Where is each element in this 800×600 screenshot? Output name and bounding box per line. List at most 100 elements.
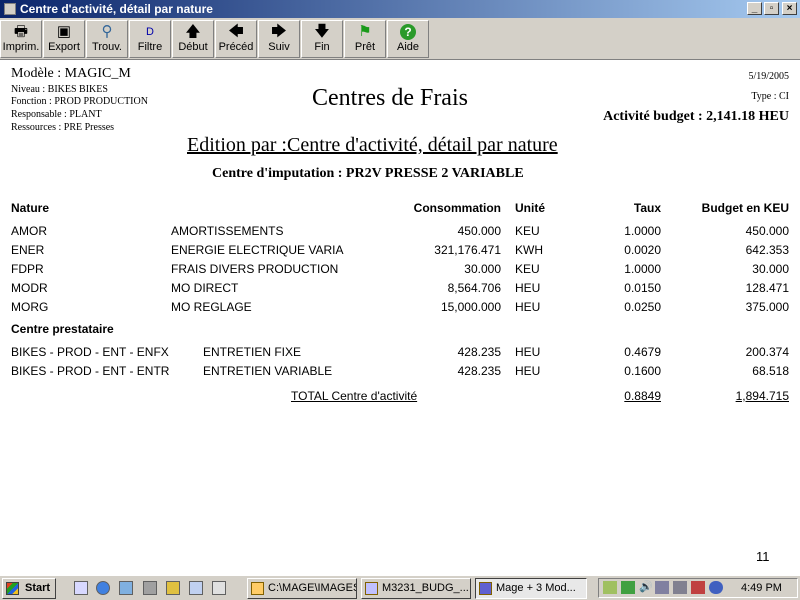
tray-monitor-2-icon[interactable] <box>673 581 687 594</box>
row-code: MORG <box>11 300 49 314</box>
internet-explorer-icon[interactable] <box>96 581 110 595</box>
previous-button[interactable]: 🡄 Précéd <box>215 20 257 58</box>
row-unite: KWH <box>515 243 543 257</box>
export-label: Export <box>48 41 80 53</box>
row-desc: ENTRETIEN VARIABLE <box>203 364 333 378</box>
row-conso: 428.235 <box>457 345 501 359</box>
arrow-down-icon: 🡇 <box>314 23 330 40</box>
task-button-budget[interactable]: M3231_BUDG_... <box>361 578 471 599</box>
header-budget: Budget en KEU <box>701 201 789 215</box>
window-title: Centre d'activité, détail par nature <box>20 2 213 16</box>
arrow-up-icon: 🡅 <box>185 23 201 40</box>
row-taux: 0.0020 <box>624 243 661 257</box>
arrow-right-icon: 🡆 <box>271 23 287 40</box>
row-desc: MO DIRECT <box>171 281 239 295</box>
report-toolbar: 🖶 Imprim. ▣ Export ⚲ Trouv. D Filtre 🡅 D… <box>0 18 800 60</box>
window-title-bar[interactable]: Centre d'activité, détail par nature _ ▫… <box>0 0 800 18</box>
model-label: Modèle : MAGIC_M <box>11 66 131 81</box>
page-number: 11 <box>756 549 770 564</box>
row-conso: 321,176.471 <box>434 243 501 257</box>
flag-icon: ⚑ <box>358 23 372 40</box>
start-label: Start <box>25 582 51 594</box>
next-button[interactable]: 🡆 Suiv <box>258 20 300 58</box>
task-button-folder[interactable]: C:\MAGE\IMAGES <box>247 578 357 599</box>
window-icon[interactable] <box>189 581 203 595</box>
filter-icon: D <box>146 26 154 38</box>
row-conso: 15,000.000 <box>440 300 501 314</box>
restore-button[interactable]: ▫ <box>764 2 779 15</box>
print-button[interactable]: 🖶 Imprim. <box>0 20 42 58</box>
tray-globe-icon[interactable] <box>709 581 723 594</box>
first-button[interactable]: 🡅 Début <box>172 20 214 58</box>
row-taux: 0.1600 <box>624 364 661 378</box>
tray-network-icon[interactable] <box>621 581 635 594</box>
row-unite: KEU <box>515 262 540 276</box>
row-taux: 1.0000 <box>624 262 661 276</box>
header-taux: Taux <box>633 201 661 215</box>
system-tray: 🔊 4:49 PM <box>598 578 798 598</box>
row-unite: HEU <box>515 281 541 295</box>
row-conso: 450.000 <box>457 224 501 238</box>
arrow-left-icon: 🡄 <box>228 23 244 40</box>
row-unite: HEU <box>515 364 541 378</box>
binoculars-icon: ⚲ <box>101 23 113 40</box>
find-label: Trouv. <box>92 41 122 53</box>
app-window-icon[interactable] <box>4 3 16 15</box>
tools-icon[interactable] <box>212 581 226 595</box>
row-budget: 68.518 <box>752 364 789 378</box>
centre-prestataire-heading: Centre prestataire <box>11 322 114 336</box>
header-unite: Unité <box>515 201 545 215</box>
report-date: 5/19/2005 <box>748 71 789 82</box>
volume-icon[interactable]: 🔊 <box>639 581 653 594</box>
edition-heading: Edition par :Centre d'activité, détail p… <box>187 134 558 156</box>
row-desc: FRAIS DIVERS PRODUCTION <box>171 262 339 276</box>
row-desc: ENERGIE ELECTRIQUE VARIA <box>171 243 344 257</box>
row-code: FDPR <box>11 262 44 276</box>
header-consommation: Consommation <box>413 201 501 215</box>
row-code: AMOR <box>11 224 47 238</box>
row-desc: AMORTISSEMENTS <box>171 224 284 238</box>
filter-label: Filtre <box>137 41 163 53</box>
help-button[interactable]: ? Aide <box>387 20 429 58</box>
task-label: M3231_BUDG_... <box>382 582 469 594</box>
row-budget: 375.000 <box>745 300 789 314</box>
report-page: Modèle : MAGIC_M Niveau : BIKES BIKES Fo… <box>0 60 800 575</box>
network-icon[interactable] <box>166 581 180 595</box>
close-button[interactable]: × <box>782 2 797 15</box>
start-button[interactable]: Start <box>2 578 56 599</box>
clock: 4:49 PM <box>741 582 782 594</box>
total-taux: 0.8849 <box>624 389 661 403</box>
printer-icon: 🖶 <box>13 23 29 40</box>
desktop-icon[interactable] <box>74 581 88 595</box>
report-title: Centres de Frais <box>312 85 468 111</box>
total-label: TOTAL Centre d'activité <box>291 389 418 403</box>
niveau-label: Niveau : BIKES BIKES <box>11 84 108 95</box>
tray-monitor-icon[interactable] <box>655 581 669 594</box>
ready-label: Prêt <box>354 41 376 53</box>
application-icon <box>365 582 378 595</box>
last-button[interactable]: 🡇 Fin <box>301 20 343 58</box>
help-label: Aide <box>396 41 420 53</box>
row-conso: 30.000 <box>464 262 501 276</box>
find-button[interactable]: ⚲ Trouv. <box>86 20 128 58</box>
minimize-button[interactable]: _ <box>747 2 762 15</box>
export-button[interactable]: ▣ Export <box>43 20 85 58</box>
terminal-icon[interactable] <box>143 581 157 595</box>
row-taux: 1.0000 <box>624 224 661 238</box>
report-type: Type : CI <box>751 91 789 102</box>
row-unite: HEU <box>515 300 541 314</box>
ready-button[interactable]: ⚑ Prêt <box>344 20 386 58</box>
row-budget: 200.374 <box>745 345 789 359</box>
task-button-mage[interactable]: Mage + 3 Mod... <box>475 578 587 599</box>
fonction-label: Fonction : PROD PRODUCTION <box>11 96 148 107</box>
first-label: Début <box>178 41 208 53</box>
last-label: Fin <box>314 41 330 53</box>
next-label: Suiv <box>268 41 290 53</box>
row-code: MODR <box>11 281 48 295</box>
tray-app-icon[interactable] <box>603 581 617 594</box>
task-label: C:\MAGE\IMAGES <box>268 582 357 594</box>
outlook-icon[interactable] <box>119 581 133 595</box>
filter-button[interactable]: D Filtre <box>129 20 171 58</box>
row-taux: 0.4679 <box>624 345 661 359</box>
tray-security-icon[interactable] <box>691 581 705 594</box>
